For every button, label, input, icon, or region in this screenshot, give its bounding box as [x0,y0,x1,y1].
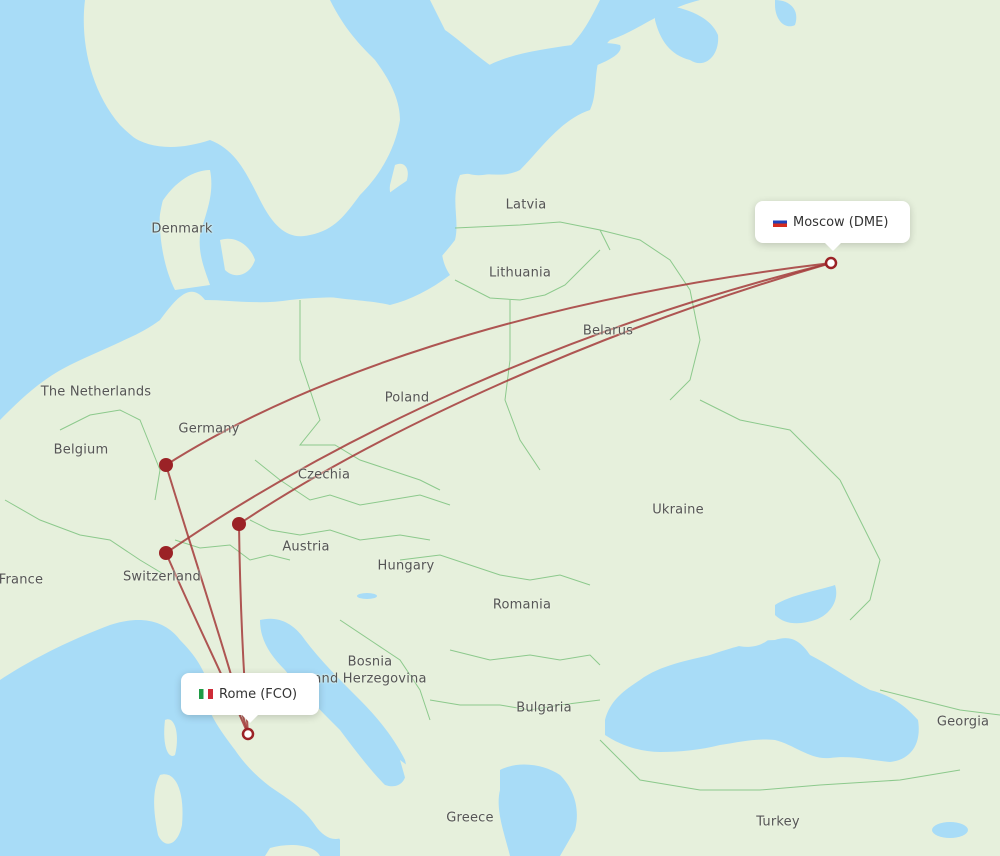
label-france: France [0,572,44,588]
label-czechia: Czechia [297,467,351,483]
stop-zurich-dot [159,546,173,560]
label-denmark: Denmark [151,221,213,237]
label-turkey: Turkey [756,814,800,830]
origin-airport-label: Moscow (DME) [793,214,889,230]
stop-frankfurt-dot [159,458,173,472]
italy-flag-icon [199,689,213,699]
label-latvia: Latvia [505,197,547,213]
rome-pin [241,727,255,741]
stop-munich-dot [232,517,246,531]
map-base [0,0,1000,856]
label-switzerland: Switzerland [122,569,202,585]
label-hungary: Hungary [377,558,435,574]
label-greece: Greece [446,810,494,826]
moscow-pin [824,256,838,270]
label-georgia: Georgia [936,714,990,730]
russia-flag-icon [773,217,787,227]
label-netherlands: The Netherlands [40,384,152,400]
destination-airport-label: Rome (FCO) [219,686,298,702]
label-belarus: Belarus [582,323,634,339]
label-bulgaria: Bulgaria [516,700,572,716]
label-ukraine: Ukraine [652,502,704,518]
label-romania: Romania [492,597,552,613]
label-germany: Germany [178,421,240,437]
label-herzegovina: and Herzegovina [313,671,427,687]
label-poland: Poland [384,390,430,406]
label-lithuania: Lithuania [488,265,552,281]
origin-callout[interactable]: Moscow (DME) [755,201,910,251]
destination-callout[interactable]: Rome (FCO) [181,673,319,723]
label-austria: Austria [282,539,330,555]
label-belgium: Belgium [53,442,109,458]
label-bosnia: Bosnia [347,654,393,670]
route-map[interactable]: Denmark Latvia Lithuania The Netherlands… [0,0,1000,856]
